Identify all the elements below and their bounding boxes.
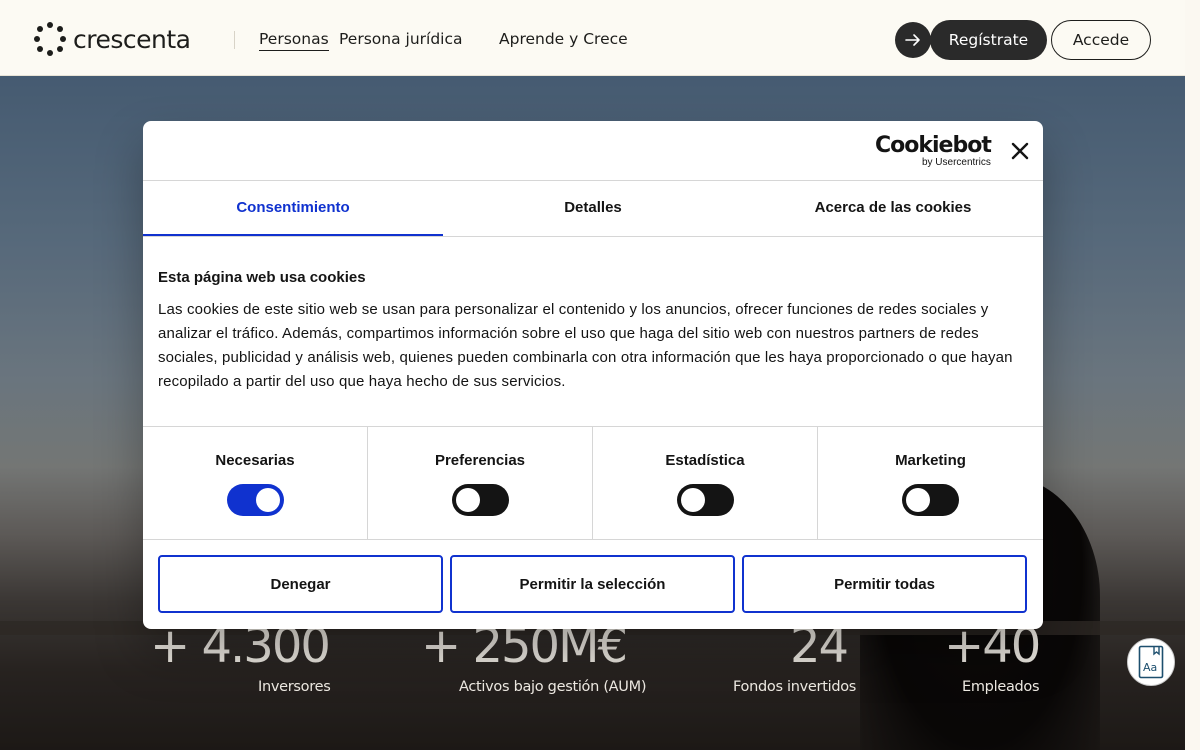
close-icon [1011,142,1029,160]
deny-button[interactable]: Denegar [158,555,443,613]
login-button[interactable]: Accede [1051,20,1151,60]
page-scrollbar-area[interactable] [1185,0,1200,750]
toggle-group-necesarias: Necesarias [143,427,368,539]
dialog-title: Esta página web usa cookies [158,269,366,286]
logo-dots-icon [34,22,66,56]
tab-acerca-de-las-cookies[interactable]: Acerca de las cookies [743,181,1043,236]
toggle-preferencias[interactable] [451,484,509,516]
toggle-estadistica[interactable] [676,484,734,516]
toggle-label-marketing: Marketing [895,452,966,469]
nav-aprende-y-crece[interactable]: Aprende y Crece [499,30,628,48]
cookiebot-brand: Cookiebot [875,133,992,158]
register-button[interactable]: Regístrate [930,20,1047,60]
toggle-knob [255,488,280,512]
accessibility-button[interactable]: Aa [1127,638,1175,686]
toggle-necesarias[interactable] [226,484,284,516]
consent-toggles: Necesarias Preferencias Estadística Mark… [143,426,1043,540]
toggle-label-estadistica: Estadística [665,452,745,469]
toggle-knob [455,488,480,512]
stat-label-investors: Inversores [258,679,331,695]
stat-label-employees: Empleados [962,679,1040,695]
register-arrow-button[interactable] [895,22,931,58]
crescenta-logo[interactable]: crescenta [34,22,191,56]
dialog-content: Esta página web usa cookies Las cookies … [143,237,1043,426]
toggle-marketing[interactable] [902,484,959,516]
toggle-group-estadistica: Estadística [593,427,818,539]
dialog-header: Cookiebot by Usercentrics [143,121,1043,181]
dialog-tabs: Consentimiento Detalles Acerca de las co… [143,181,1043,237]
site-header: crescenta Personas Persona jurídica Apre… [0,0,1185,76]
tab-detalles[interactable]: Detalles [443,181,743,236]
svg-text:Aa: Aa [1143,661,1157,674]
toggle-group-preferencias: Preferencias [368,427,593,539]
close-dialog-button[interactable] [1009,140,1031,162]
allow-all-button[interactable]: Permitir todas [742,555,1027,613]
logo-text: crescenta [73,24,191,54]
toggle-knob [906,488,930,512]
nav-personas[interactable]: Personas [259,30,329,51]
header-divider [234,31,235,49]
text-size-icon: Aa [1138,645,1164,679]
tab-consentimiento[interactable]: Consentimiento [143,181,443,236]
toggle-knob [680,488,705,512]
stat-label-funds: Fondos invertidos [733,679,857,695]
cookie-consent-dialog: Cookiebot by Usercentrics Consentimiento… [143,121,1043,629]
toggle-label-preferencias: Preferencias [434,452,526,469]
nav-persona-juridica[interactable]: Persona jurídica [339,30,463,48]
dialog-body-text: Las cookies de este sitio web se usan pa… [158,301,1013,390]
cookiebot-logo: Cookiebot by Usercentrics [875,133,992,169]
stat-label-aum: Activos bajo gestión (AUM) [459,679,647,695]
toggle-group-marketing: Marketing [818,427,1043,539]
allow-selection-button[interactable]: Permitir la selección [450,555,735,613]
cookiebot-brand-sub: by Usercentrics [921,157,991,168]
arrow-right-icon [905,34,920,46]
toggle-label-necesarias: Necesarias [215,452,295,469]
dialog-actions: Denegar Permitir la selección Permitir t… [143,540,1043,613]
